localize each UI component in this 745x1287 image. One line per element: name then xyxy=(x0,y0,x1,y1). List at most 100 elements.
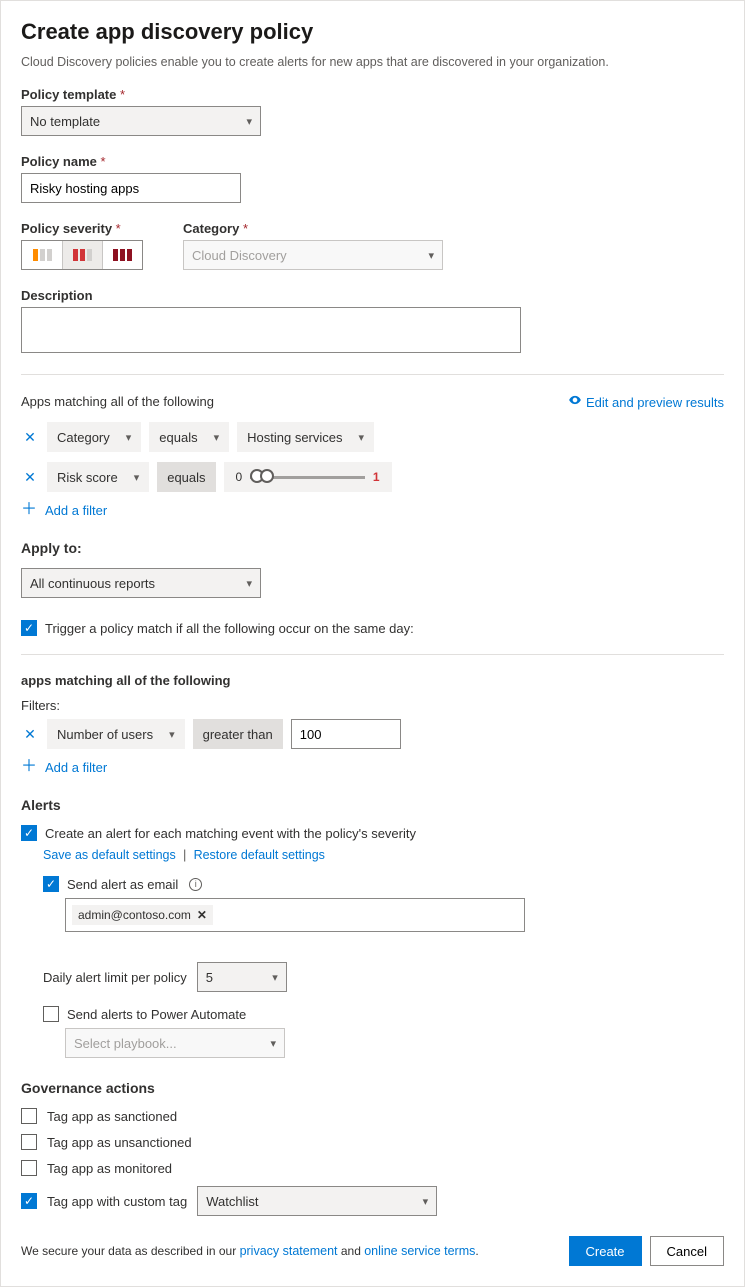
power-automate-checkbox[interactable] xyxy=(43,1006,59,1022)
create-alert-checkbox[interactable] xyxy=(21,825,37,841)
filter-op-label: equals xyxy=(159,430,197,445)
email-chip: admin@contoso.com ✕ xyxy=(72,905,213,925)
edit-preview-link[interactable]: Edit and preview results xyxy=(568,393,724,410)
severity-low[interactable] xyxy=(22,241,62,269)
gov-monitored-checkbox[interactable] xyxy=(21,1160,37,1176)
divider xyxy=(21,654,724,655)
apply-to-select[interactable]: All continuous reports ▾ xyxy=(21,568,261,598)
filter-row-riskscore: ✕ Risk score▾ equals 0 1 xyxy=(21,462,724,492)
restore-default-link[interactable]: Restore default settings xyxy=(194,848,325,862)
remove-filter-icon[interactable]: ✕ xyxy=(21,429,39,446)
power-automate-label: Send alerts to Power Automate xyxy=(67,1007,246,1022)
privacy-link[interactable]: privacy statement xyxy=(240,1244,338,1258)
category-select: Cloud Discovery ▾ xyxy=(183,240,443,270)
alerts-title: Alerts xyxy=(21,797,724,813)
slider-min: 0 xyxy=(236,470,243,484)
trigger-same-day-checkbox[interactable] xyxy=(21,620,37,636)
filter-value-input[interactable] xyxy=(291,719,401,749)
footer-and: and xyxy=(338,1244,365,1258)
filter-field-select[interactable]: Number of users▾ xyxy=(47,719,185,749)
filter-op-label: greater than xyxy=(203,727,273,742)
slider-thumb-max[interactable] xyxy=(260,469,274,483)
gov-unsanctioned-row: Tag app as unsanctioned xyxy=(21,1134,724,1150)
chevron-down-icon: ▾ xyxy=(214,431,220,444)
divider xyxy=(21,374,724,375)
severity-high[interactable] xyxy=(102,241,142,269)
slider-track xyxy=(250,476,365,479)
gov-monitored-row: Tag app as monitored xyxy=(21,1160,724,1176)
governance-title: Governance actions xyxy=(21,1080,724,1096)
apps-matching-title-2: apps matching all of the following xyxy=(21,673,724,688)
gov-sanctioned-checkbox[interactable] xyxy=(21,1108,37,1124)
filter-op-select[interactable]: greater than xyxy=(193,719,283,749)
add-filter-button[interactable]: ＋ Add a filter xyxy=(21,502,724,518)
policy-template-value: No template xyxy=(30,114,238,129)
footer-text: We secure your data as described in our … xyxy=(21,1244,479,1258)
daily-limit-select[interactable]: 5 ▾ xyxy=(197,962,287,992)
page-title: Create app discovery policy xyxy=(21,19,724,45)
gov-sanctioned-label: Tag app as sanctioned xyxy=(47,1109,177,1124)
save-default-link[interactable]: Save as default settings xyxy=(43,848,176,862)
remove-filter-icon[interactable]: ✕ xyxy=(21,726,39,743)
create-alert-label: Create an alert for each matching event … xyxy=(45,826,416,841)
risk-score-slider[interactable]: 0 1 xyxy=(224,462,392,492)
filters-label: Filters: xyxy=(21,698,724,713)
filter-op-select[interactable]: equals xyxy=(157,462,215,492)
category-label: Category xyxy=(183,221,248,236)
gov-unsanctioned-checkbox[interactable] xyxy=(21,1134,37,1150)
custom-tag-select[interactable]: Watchlist ▾ xyxy=(197,1186,437,1216)
gov-monitored-label: Tag app as monitored xyxy=(47,1161,172,1176)
add-filter-button[interactable]: ＋ Add a filter xyxy=(21,759,724,775)
gov-unsanctioned-label: Tag app as unsanctioned xyxy=(47,1135,192,1150)
apply-to-label: Apply to: xyxy=(21,540,724,556)
filter-value-select[interactable]: Hosting services▾ xyxy=(237,422,374,452)
send-email-checkbox[interactable] xyxy=(43,876,59,892)
category-value: Cloud Discovery xyxy=(192,248,420,263)
trigger-same-day-label: Trigger a policy match if all the follow… xyxy=(45,621,414,636)
page-description: Cloud Discovery policies enable you to c… xyxy=(21,55,724,69)
filter-value-label: Hosting services xyxy=(247,430,342,445)
edit-preview-label: Edit and preview results xyxy=(586,395,724,410)
apps-matching-title: Apps matching all of the following xyxy=(21,394,214,409)
playbook-placeholder: Select playbook... xyxy=(74,1036,262,1051)
create-alert-row: Create an alert for each matching event … xyxy=(21,825,724,841)
send-email-label: Send alert as email xyxy=(67,877,178,892)
daily-limit-label: Daily alert limit per policy xyxy=(43,970,187,985)
policy-name-input[interactable] xyxy=(21,173,241,203)
send-email-row: Send alert as email i xyxy=(43,876,724,892)
chevron-down-icon: ▾ xyxy=(134,471,140,484)
filter-field-select[interactable]: Risk score▾ xyxy=(47,462,149,492)
remove-email-icon[interactable]: ✕ xyxy=(197,908,207,922)
chevron-down-icon: ▾ xyxy=(272,971,278,984)
filter-op-label: equals xyxy=(167,470,205,485)
severity-group xyxy=(21,240,143,270)
severity-medium[interactable] xyxy=(62,241,102,269)
filter-field-label: Category xyxy=(57,430,110,445)
chevron-down-icon: ▾ xyxy=(126,431,132,444)
filter-field-select[interactable]: Category ▾ xyxy=(47,422,141,452)
terms-link[interactable]: online service terms xyxy=(364,1244,475,1258)
add-filter-label: Add a filter xyxy=(45,503,107,518)
apply-to-value: All continuous reports xyxy=(30,576,238,591)
footer-dot: . xyxy=(475,1244,478,1258)
remove-filter-icon[interactable]: ✕ xyxy=(21,469,39,486)
plus-icon: ＋ xyxy=(21,502,37,518)
cancel-button[interactable]: Cancel xyxy=(650,1236,724,1266)
chevron-down-icon: ▾ xyxy=(270,1037,276,1050)
gov-custom-tag-checkbox[interactable] xyxy=(21,1193,37,1209)
add-filter-label: Add a filter xyxy=(45,760,107,775)
slider-max: 1 xyxy=(373,470,380,484)
playbook-select: Select playbook... ▾ xyxy=(65,1028,285,1058)
policy-template-select[interactable]: No template ▾ xyxy=(21,106,261,136)
chevron-down-icon: ▾ xyxy=(428,249,434,262)
filter-row-users: ✕ Number of users▾ greater than xyxy=(21,719,724,749)
description-input[interactable] xyxy=(21,307,521,353)
filter-op-select[interactable]: equals ▾ xyxy=(149,422,229,452)
description-label: Description xyxy=(21,288,93,303)
daily-limit-value: 5 xyxy=(206,970,264,985)
chevron-down-icon: ▾ xyxy=(246,577,252,590)
create-button[interactable]: Create xyxy=(569,1236,642,1266)
email-input[interactable]: admin@contoso.com ✕ xyxy=(65,898,525,932)
filter-field-label: Number of users xyxy=(57,727,153,742)
custom-tag-value: Watchlist xyxy=(206,1194,414,1209)
